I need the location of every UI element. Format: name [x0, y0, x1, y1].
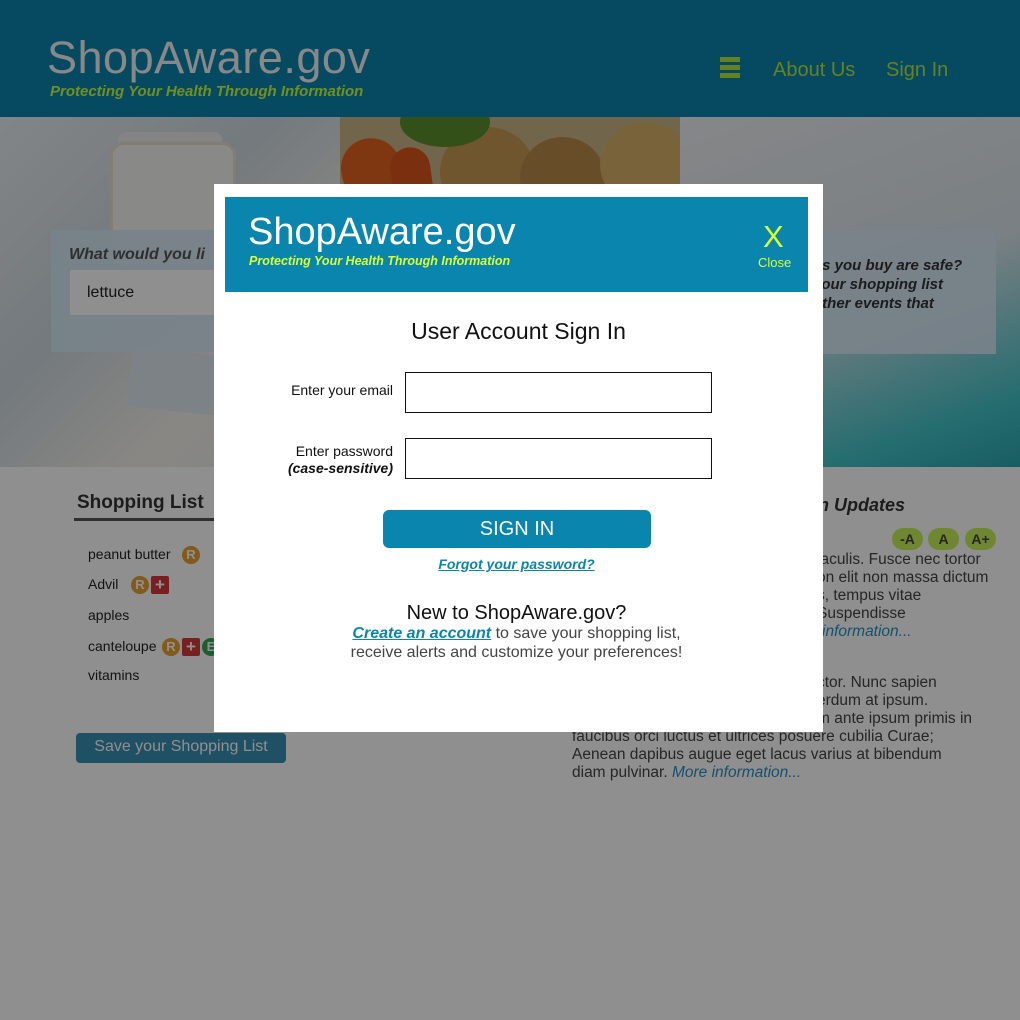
password-note: (case-sensitive) — [287, 460, 393, 476]
modal-header: ShopAware.gov Protecting Your Health Thr… — [225, 197, 808, 292]
sign-in-button[interactable]: SIGN IN — [383, 510, 651, 548]
sign-in-modal: ShopAware.gov Protecting Your Health Thr… — [214, 184, 823, 732]
create-account-link[interactable]: Create an account — [352, 625, 491, 642]
modal-logo-tagline: Protecting Your Health Through Informati… — [249, 254, 511, 268]
create-account-text-2: receive alerts and customize your prefer… — [350, 644, 683, 661]
close-button[interactable]: Close — [758, 255, 791, 270]
create-account-text: to save your shopping list, — [491, 625, 681, 642]
modal-title: User Account Sign In — [411, 318, 626, 344]
modal-logo-title: ShopAware.gov — [248, 211, 516, 253]
new-user-heading: New to ShopAware.gov? — [406, 602, 627, 624]
password-field[interactable] — [405, 438, 712, 479]
email-label: Enter your email — [291, 382, 393, 398]
password-label-text: Enter password — [295, 443, 393, 459]
password-label: Enter password (case-sensitive) — [274, 443, 393, 477]
new-user-text: Create an account to save your shopping … — [214, 624, 819, 662]
email-field[interactable] — [405, 372, 712, 413]
close-icon[interactable]: X — [763, 219, 784, 255]
forgot-password-link[interactable]: Forgot your password? — [214, 556, 819, 572]
